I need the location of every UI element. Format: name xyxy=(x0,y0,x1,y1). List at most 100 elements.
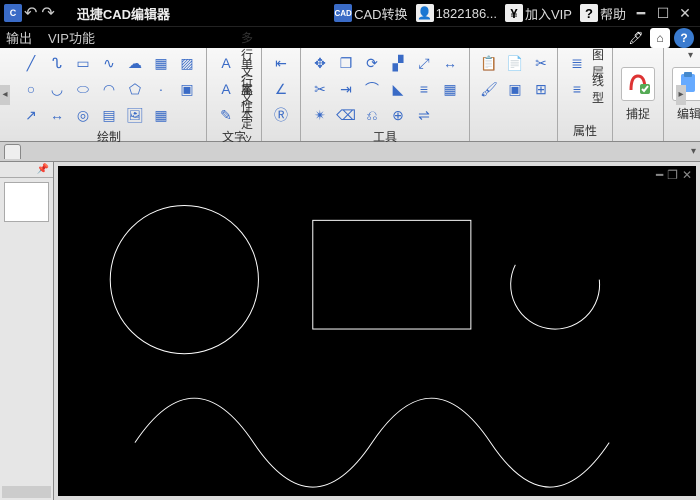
ribbon-collapse-icon[interactable]: ▾ xyxy=(688,50,700,62)
ribbon-group-clipboard: 📋 📄 ✂ 🖌 ▣ ⊞ xyxy=(470,48,558,141)
ribbon-group-props: ≣ 图层 ≡ 线型 属性 xyxy=(558,48,613,141)
join-vip-button[interactable]: ¥ 加入VIP xyxy=(505,4,572,23)
title-bar: C ↶ ↷ 迅捷CAD编辑器 CAD CAD转换 👤 1822186... ¥ … xyxy=(0,0,700,26)
ribbon-group-dim: ⇤ ∠ Ⓡ xyxy=(262,48,301,141)
close-button[interactable]: ✕ xyxy=(674,4,696,22)
workspace: 📌 ━ ❐ ✕ xyxy=(0,162,700,500)
block-edit-icon[interactable]: ▣ xyxy=(504,78,526,100)
canvas-restore-icon[interactable]: ❐ xyxy=(667,168,678,182)
circle-tool-icon[interactable]: ○ xyxy=(20,78,42,100)
donut-tool-icon[interactable]: ◎ xyxy=(72,104,94,126)
panel-pin-icon[interactable]: 📌 xyxy=(0,162,53,178)
panel-scrollbar[interactable] xyxy=(2,486,51,498)
cad-convert-button[interactable]: CAD CAD转换 xyxy=(334,4,407,23)
spline-tool-icon[interactable]: ∿ xyxy=(98,52,120,74)
stext-icon[interactable]: A xyxy=(215,78,237,100)
drawing-canvas[interactable]: ━ ❐ ✕ xyxy=(58,166,696,496)
ribbon-scroll-right[interactable]: ▸ xyxy=(676,85,686,105)
help-button[interactable]: ? 帮助 xyxy=(580,4,626,23)
polyline-tool-icon[interactable]: ᔐ xyxy=(46,52,68,74)
account-button[interactable]: 👤 1822186... xyxy=(416,4,497,22)
dim-angular-icon[interactable]: ∠ xyxy=(270,78,292,100)
wipeout-tool-icon[interactable]: ▤ xyxy=(98,104,120,126)
document-tab[interactable] xyxy=(4,144,21,159)
redo-button[interactable]: ↷ xyxy=(41,3,54,23)
document-tab-strip: ▾ xyxy=(0,142,700,162)
group-icon[interactable]: ⊞ xyxy=(530,78,552,100)
home-icon[interactable]: ⌂ xyxy=(650,28,670,48)
linetype-button[interactable]: 线型 xyxy=(592,78,604,100)
canvas-close-icon[interactable]: ✕ xyxy=(682,168,692,182)
menu-vip[interactable]: VIP功能 xyxy=(48,28,95,47)
region-tool-icon[interactable]: ▨ xyxy=(176,52,198,74)
canvas-svg xyxy=(58,166,696,496)
mtext-icon[interactable]: A xyxy=(215,52,237,74)
polygon-tool-icon[interactable]: ⬠ xyxy=(124,78,146,100)
ellipse-arc-tool-icon[interactable]: ◠ xyxy=(98,78,120,100)
layout-thumbnail[interactable] xyxy=(4,182,49,222)
mirror-tool-icon[interactable]: ▞ xyxy=(387,52,409,74)
tab-dropdown-icon[interactable]: ▾ xyxy=(691,146,696,157)
stretch-tool-icon[interactable]: ↔ xyxy=(439,52,461,74)
ribbon-scroll-left[interactable]: ◂ xyxy=(0,85,10,105)
dim-radius-icon[interactable]: Ⓡ xyxy=(270,104,292,126)
cloud-tool-icon[interactable]: ☁ xyxy=(124,52,146,74)
ribbon-group-tools: ✥ ❐ ⟳ ▞ ⤢ ↔ ✂ ⇥ ⌒ ◣ ≡ ▦ ✴ ⌫ ⎌ ⊕ ⇌ 工具 xyxy=(301,48,470,141)
paste-clip-icon[interactable]: 📄 xyxy=(504,52,526,74)
hatch-tool-icon[interactable]: ▦ xyxy=(150,52,172,74)
copy-tool-icon[interactable]: ❐ xyxy=(335,52,357,74)
table-tool-icon[interactable]: ▦ xyxy=(150,104,172,126)
yen-icon: ¥ xyxy=(505,4,523,22)
join-tool-icon[interactable]: ⊕ xyxy=(387,104,409,126)
point-tool-icon[interactable]: · xyxy=(150,78,172,100)
ribbon-group-draw: ╱ ᔐ ▭ ∿ ☁ ▦ ▨ ○ ◡ ⬭ ◠ ⬠ · ▣ ↗ ↔ ◎ ▤ 🖼 ▦ … xyxy=(12,48,207,141)
help-icon: ? xyxy=(580,4,598,22)
ribbon: ◂ ╱ ᔐ ▭ ∿ ☁ ▦ ▨ ○ ◡ ⬭ ◠ ⬠ · ▣ ↗ ↔ ◎ ▤ 🖼 … xyxy=(0,48,700,142)
help-circle-icon[interactable]: ? xyxy=(674,28,694,48)
fillet-tool-icon[interactable]: ⌒ xyxy=(361,78,383,100)
line-tool-icon[interactable]: ╱ xyxy=(20,52,42,74)
user-icon: 👤 xyxy=(416,4,434,22)
erase-tool-icon[interactable]: ⌫ xyxy=(335,104,357,126)
shape-circle-large xyxy=(110,206,258,354)
chamfer-tool-icon[interactable]: ◣ xyxy=(387,78,409,100)
offset-tool-icon[interactable]: ≡ xyxy=(413,78,435,100)
matchprop-icon[interactable]: 🖌 xyxy=(478,78,500,100)
rectangle-tool-icon[interactable]: ▭ xyxy=(72,52,94,74)
explode-tool-icon[interactable]: ✴ xyxy=(309,104,331,126)
save-icon[interactable]: 🖊 xyxy=(626,28,646,48)
layout-panel: 📌 xyxy=(0,162,54,500)
layers-button[interactable]: 图层 xyxy=(592,52,604,74)
arc-tool-icon[interactable]: ◡ xyxy=(46,78,68,100)
extend-tool-icon[interactable]: ⇥ xyxy=(335,78,357,100)
menu-bar: 输出 VIP功能 🖊 ⌂ ? xyxy=(0,26,700,48)
menu-export[interactable]: 输出 xyxy=(6,28,32,47)
minimize-button[interactable]: ━ xyxy=(630,4,652,22)
attrdef-button[interactable]: 属性定义 xyxy=(241,104,253,126)
move-tool-icon[interactable]: ✥ xyxy=(309,52,331,74)
ellipse-tool-icon[interactable]: ⬭ xyxy=(72,78,94,100)
rotate-tool-icon[interactable]: ⟳ xyxy=(361,52,383,74)
shape-rectangle xyxy=(313,220,471,329)
maximize-button[interactable]: ☐ xyxy=(652,4,674,22)
block-tool-icon[interactable]: ▣ xyxy=(176,78,198,100)
ray-tool-icon[interactable]: ↗ xyxy=(20,104,42,126)
trim-tool-icon[interactable]: ✂ xyxy=(309,78,331,100)
array-tool-icon[interactable]: ▦ xyxy=(439,78,461,100)
snap-icon[interactable] xyxy=(621,67,655,101)
copy-clip-icon[interactable]: 📋 xyxy=(478,52,500,74)
attrdef-icon[interactable]: ✎ xyxy=(215,104,237,126)
xline-tool-icon[interactable]: ↔ xyxy=(46,104,68,126)
canvas-minimize-icon[interactable]: ━ xyxy=(656,168,663,182)
image-tool-icon[interactable]: 🖼 xyxy=(124,104,146,126)
undo-button[interactable]: ↶ xyxy=(24,3,37,23)
dim-linear-icon[interactable]: ⇤ xyxy=(270,52,292,74)
align-tool-icon[interactable]: ⇌ xyxy=(413,104,435,126)
cut-clip-icon[interactable]: ✂ xyxy=(530,52,552,74)
app-logo-icon: C xyxy=(4,4,22,22)
break-tool-icon[interactable]: ⎌ xyxy=(361,104,383,126)
edit-label: 编辑 xyxy=(677,105,700,122)
layers-icon[interactable]: ≣ xyxy=(566,52,588,74)
scale-tool-icon[interactable]: ⤢ xyxy=(413,52,435,74)
linetype-icon[interactable]: ≡ xyxy=(566,78,588,100)
